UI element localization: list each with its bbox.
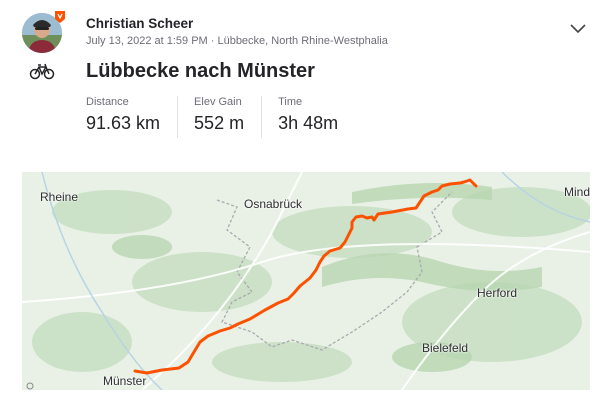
- activity-meta: July 13, 2022 at 1:59 PM · Lübbecke, Nor…: [86, 35, 388, 47]
- city-label-herford: Herford: [477, 286, 518, 300]
- stat-distance: Distance 91.63 km: [86, 96, 179, 138]
- activity-title[interactable]: Lübbecke nach Münster: [86, 60, 315, 83]
- city-label-rheine: Rheine: [40, 190, 79, 204]
- stat-elev-gain: Elev Gain 552 m: [194, 96, 263, 138]
- stat-label: Elev Gain: [194, 96, 242, 108]
- activity-stats: Distance 91.63 km Elev Gain 552 m Time 3…: [86, 96, 371, 138]
- route-map[interactable]: Rheine Osnabrück Mind Herford Bielefeld …: [22, 172, 590, 390]
- subscriber-badge-icon: [55, 11, 65, 23]
- stat-label: Distance: [86, 96, 129, 108]
- chevron-down-icon[interactable]: [569, 22, 587, 34]
- stat-value: 91.63 km: [86, 113, 161, 133]
- athlete-avatar[interactable]: [22, 11, 65, 53]
- map-canvas: [22, 172, 590, 390]
- city-label-bielefeld: Bielefeld: [422, 341, 469, 355]
- stat-label: Time: [278, 96, 303, 108]
- stat-time: Time 3h 48m: [278, 96, 355, 138]
- city-label-osnabrueck: Osnabrück: [244, 197, 303, 211]
- athlete-name[interactable]: Christian Scheer: [86, 16, 193, 31]
- stat-value: 552 m: [194, 113, 245, 133]
- bike-icon: [29, 63, 55, 80]
- stat-value: 3h 48m: [278, 113, 339, 133]
- city-label-minden: Mind: [564, 185, 590, 199]
- city-label-muenster: Münster: [103, 374, 147, 388]
